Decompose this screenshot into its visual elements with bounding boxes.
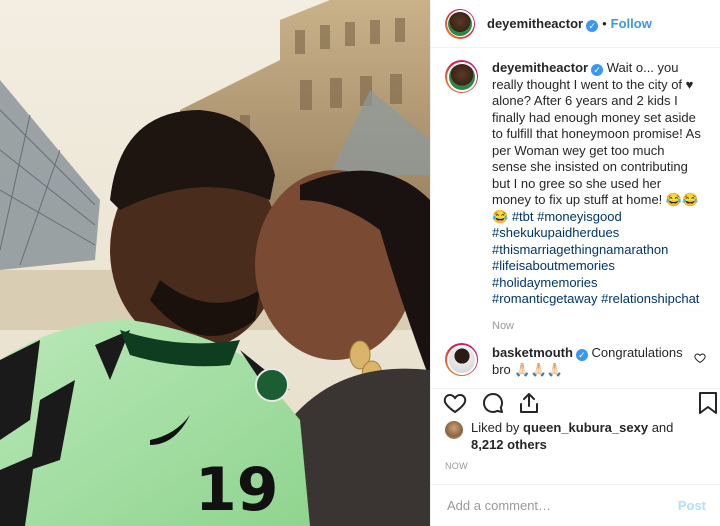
reply-text: basketmouth ✓ Congratulations bro 🙏🏻🙏🏻🙏🏻	[492, 345, 692, 378]
liker-avatar[interactable]	[445, 421, 463, 439]
reply-comment: basketmouth ✓ Congratulations bro 🙏🏻🙏🏻🙏🏻	[445, 343, 710, 378]
hashtag-link[interactable]: #shekukupaidherdues	[492, 225, 619, 240]
caption-body: Wait o... you really thought I went to t…	[492, 60, 701, 306]
add-comment-bar: Post	[431, 484, 720, 526]
caption-time: Now	[492, 319, 515, 332]
likes-others[interactable]: 8,212 others	[471, 437, 547, 452]
caption-text: deyemitheactor ✓ Wait o... you really tho…	[492, 60, 702, 334]
verified-badge-icon: ✓	[575, 349, 588, 361]
likes-prefix: Liked by	[471, 420, 520, 435]
like-heart-small-icon[interactable]	[694, 352, 706, 367]
caption-username[interactable]: deyemitheactor	[492, 60, 588, 75]
hashtag-link[interactable]: #moneyisgood	[537, 209, 622, 224]
caption-fragment: Wait o... you really thought I went to t…	[492, 60, 701, 224]
author-username[interactable]: deyemitheactor	[487, 16, 583, 31]
jersey-number: 19	[195, 455, 279, 525]
follow-button[interactable]: Follow	[611, 16, 652, 31]
reply-username[interactable]: basketmouth	[492, 345, 573, 360]
hashtag-link[interactable]: #thismarriagethingnamarathon	[492, 242, 668, 257]
reply-avatar[interactable]	[445, 343, 478, 376]
author-avatar[interactable]	[445, 8, 475, 39]
comments-section: deyemitheactor ✓ Wait o... you really tho…	[445, 60, 710, 334]
hashtag-link[interactable]: #lifeisaboutmemories	[492, 258, 615, 273]
verified-badge-icon: ✓	[591, 64, 604, 76]
post-photo[interactable]: 19	[0, 0, 430, 526]
caption-avatar[interactable]	[445, 60, 478, 93]
caption-row: deyemitheactor ✓ Wait o... you really tho…	[445, 60, 710, 334]
likes-conj: and	[651, 420, 674, 435]
heart-icon[interactable]	[443, 391, 467, 420]
liker-username[interactable]: queen_kubura_sexy	[523, 420, 648, 435]
likes-summary: Liked by queen_kubura_sexy and 8,212 oth…	[445, 420, 673, 453]
post-header: deyemitheactor ✓ • Follow	[431, 0, 720, 48]
post-sidebar: deyemitheactor ✓ • Follow deyemitheactor ✓ W…	[430, 0, 720, 526]
post-image: 19	[0, 0, 430, 526]
hashtag-link[interactable]: #tbt	[512, 209, 534, 224]
hashtag-link[interactable]: #holidaymemories	[492, 275, 598, 290]
share-icon[interactable]	[517, 391, 541, 420]
verified-badge-icon: ✓	[586, 19, 599, 32]
comment-input[interactable]	[445, 497, 678, 514]
post-timestamp[interactable]: NOW	[445, 461, 468, 471]
bookmark-icon[interactable]	[697, 391, 719, 420]
header-separator: •	[602, 15, 607, 31]
post-comment-button[interactable]: Post	[678, 498, 706, 513]
hashtag-link[interactable]: #romanticgetaway	[492, 291, 598, 306]
comment-icon[interactable]	[481, 391, 505, 420]
hashtag-link[interactable]: #relationshipchat	[601, 291, 699, 306]
